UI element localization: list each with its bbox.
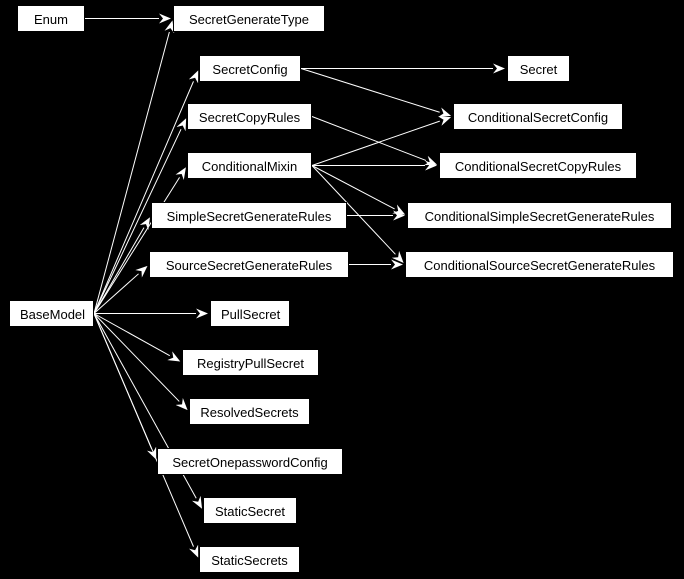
edge-baseModel-to-secretOnepasswordConfig [94,314,152,449]
edge-baseModel-to-staticSecrets [94,314,194,547]
class-node-pullSecret: PullSecret [210,300,290,327]
class-node-sourceSecretGenerateRules: SourceSecretGenerateRules [149,251,349,278]
edge-conditionalMixin-to-conditionalSecretConfig [312,121,440,165]
edge-secretConfig-to-conditionalSecretConfig [301,69,440,113]
edge-baseModel-to-secretConfig [94,81,193,313]
class-node-staticSecret: StaticSecret [203,497,297,524]
class-node-secretOnepasswordConfig: SecretOnepasswordConfig [157,448,343,475]
edge-baseModel-to-resolvedSecrets [94,314,179,402]
class-node-conditionalSourceSecretGenerateRules: ConditionalSourceSecretGenerateRules [405,251,674,278]
class-node-conditionalMixin: ConditionalMixin [187,152,312,179]
edge-baseModel-to-simpleSecretGenerateRules [94,228,144,314]
edge-baseModel-to-registryPullSecret [94,314,170,356]
class-node-conditionalSimpleSecretGenerateRules: ConditionalSimpleSecretGenerateRules [407,202,672,229]
edge-baseModel-to-conditionalMixin [94,177,180,313]
class-node-secretConfig: SecretConfig [199,55,301,82]
edge-secretCopyRules-to-conditionalSecretCopyRules [312,117,426,161]
class-node-simpleSecretGenerateRules: SimpleSecretGenerateRules [151,202,347,229]
class-node-conditionalSecretCopyRules: ConditionalSecretCopyRules [439,152,637,179]
class-node-conditionalSecretConfig: ConditionalSecretConfig [453,103,623,130]
inheritance-edges [0,0,684,579]
class-node-secret: Secret [507,55,570,82]
class-node-secretGenerateType: SecretGenerateType [173,5,325,32]
class-node-staticSecrets: StaticSecrets [199,546,300,573]
class-node-baseModel: BaseModel [9,300,94,327]
edge-baseModel-to-sourceSecretGenerateRules [94,274,139,314]
class-node-enum: Enum [17,5,85,32]
class-node-registryPullSecret: RegistryPullSecret [182,349,319,376]
class-node-secretCopyRules: SecretCopyRules [187,103,312,130]
class-node-resolvedSecrets: ResolvedSecrets [189,398,310,425]
